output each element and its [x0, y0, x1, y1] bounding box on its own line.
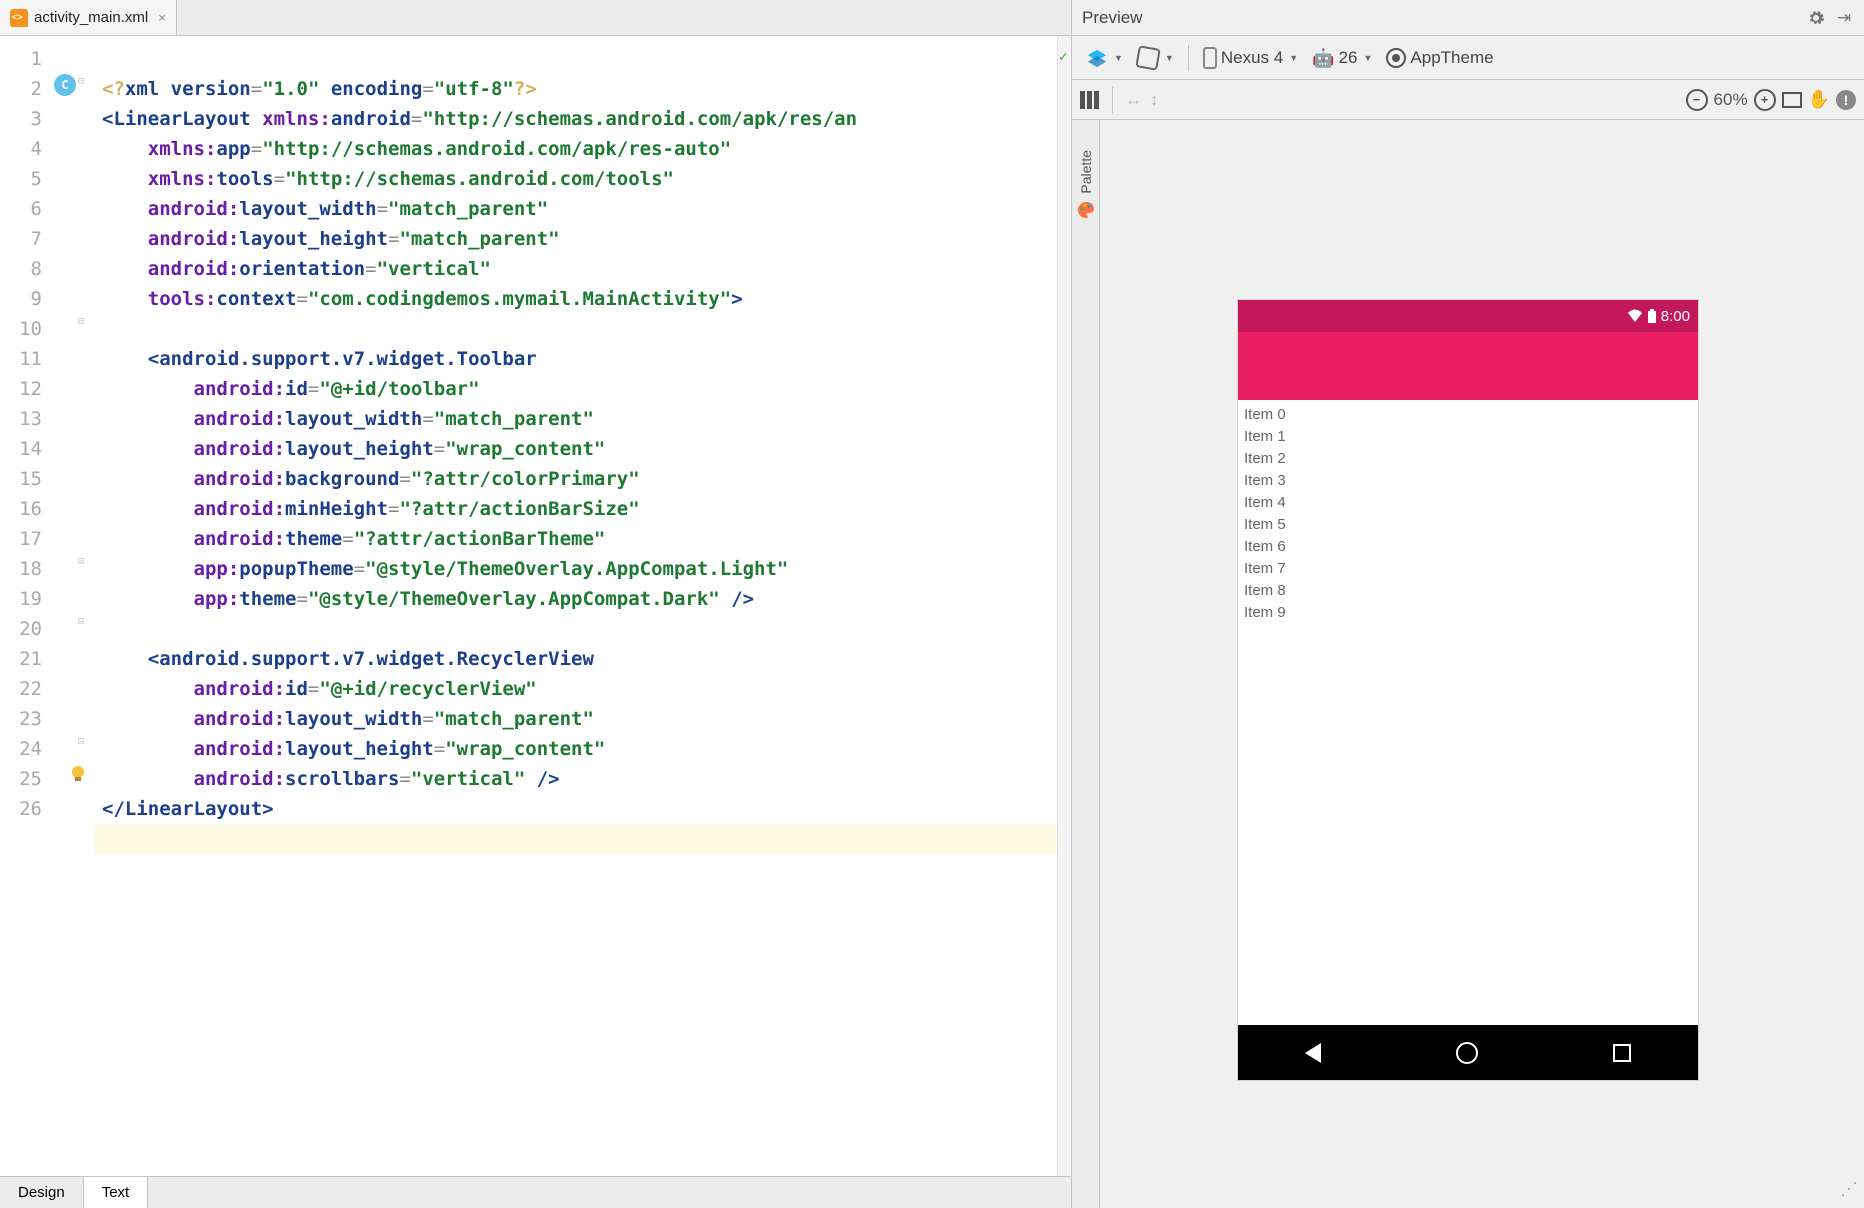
api-label: 26 [1339, 48, 1358, 68]
pan-vertical-icon[interactable]: ↕ [1150, 90, 1159, 110]
list-item: Item 3 [1244, 470, 1692, 492]
preview-title: Preview [1082, 8, 1798, 28]
nav-back-icon[interactable] [1305, 1043, 1321, 1063]
editor-pane: activity_main.xml × 123 456 789 101112 1… [0, 0, 1072, 1208]
preview-pane: Preview ⇥ ▼ ▼ Nexus 4 ▼ 🤖 26 ▼ AppTheme [1072, 0, 1864, 1208]
chevron-down-icon: ▼ [1363, 53, 1372, 63]
fold-icon[interactable]: ⊡ [78, 556, 90, 568]
android-toolbar [1238, 332, 1698, 400]
device-label: Nexus 4 [1221, 48, 1283, 68]
file-tab-bar: activity_main.xml × [0, 0, 1071, 36]
zoom-in-button[interactable]: + [1754, 89, 1776, 111]
preview-canvas[interactable]: Palette 8:00 Item 0 Item 1 Item 2 Item 3… [1072, 120, 1864, 1208]
list-item: Item 0 [1244, 404, 1692, 426]
preview-header: Preview ⇥ [1072, 0, 1864, 36]
fold-icon[interactable]: ⊟ [78, 616, 90, 628]
recyclerview-preview: Item 0 Item 1 Item 2 Item 3 Item 4 Item … [1238, 400, 1698, 628]
fold-icon[interactable]: ⊡ [78, 736, 90, 748]
list-item: Item 2 [1244, 448, 1692, 470]
fold-icon[interactable]: ⊟ [78, 76, 90, 88]
battery-icon [1647, 309, 1657, 323]
layers-icon [1086, 47, 1108, 69]
check-icon: ✓ [1059, 42, 1067, 72]
surface-selector[interactable]: ▼ [1082, 45, 1127, 71]
list-item: Item 6 [1244, 536, 1692, 558]
device-selector[interactable]: Nexus 4 ▼ [1199, 45, 1302, 71]
theme-label: AppTheme [1410, 48, 1493, 68]
list-item: Item 5 [1244, 514, 1692, 536]
pan-horizontal-icon[interactable]: ↔ [1125, 90, 1142, 110]
palette-label: Palette [1078, 150, 1094, 194]
class-marker-icon[interactable]: C [54, 74, 76, 96]
android-icon: 🤖 [1312, 49, 1334, 67]
gutter-icons: C ⊟ ⊟ ⊡ ⊟ ⊡ ⊡ [50, 36, 94, 1176]
gear-icon[interactable] [1806, 8, 1826, 28]
viewport-mode-icon[interactable] [1080, 91, 1100, 109]
xml-file-icon [10, 9, 28, 27]
error-stripe[interactable]: ✓ [1057, 36, 1071, 1176]
list-item: Item 4 [1244, 492, 1692, 514]
theme-icon [1386, 48, 1406, 68]
tab-design[interactable]: Design [0, 1177, 84, 1208]
zoom-fit-icon[interactable] [1782, 92, 1802, 108]
line-number-gutter: 123 456 789 101112 131415 161718 192021 … [0, 36, 50, 1176]
chevron-down-icon: ▼ [1114, 53, 1123, 63]
preview-toolbar: ▼ ▼ Nexus 4 ▼ 🤖 26 ▼ AppTheme [1072, 36, 1864, 80]
resize-grip-icon[interactable]: ⋰ [1840, 1184, 1860, 1204]
tab-text[interactable]: Text [84, 1177, 149, 1208]
chevron-down-icon: ▼ [1289, 53, 1298, 63]
list-item: Item 8 [1244, 580, 1692, 602]
warnings-icon[interactable]: ! [1836, 90, 1856, 110]
dock-icon[interactable]: ⇥ [1834, 8, 1854, 28]
list-item: Item 1 [1244, 426, 1692, 448]
chevron-down-icon: ▼ [1165, 53, 1174, 63]
code-text[interactable]: <?xml version="1.0" encoding="utf-8"?> <… [94, 36, 1071, 1176]
phone-icon [1203, 47, 1217, 69]
file-tab-label: activity_main.xml [34, 9, 148, 26]
status-time: 8:00 [1661, 308, 1690, 325]
api-selector[interactable]: 🤖 26 ▼ [1308, 46, 1376, 70]
fold-icon[interactable]: ⊟ [78, 316, 90, 328]
rotate-icon [1135, 45, 1160, 70]
device-frame: 8:00 Item 0 Item 1 Item 2 Item 3 Item 4 … [1238, 300, 1698, 1080]
android-nav-bar [1238, 1025, 1698, 1080]
palette-rail[interactable]: Palette [1072, 120, 1100, 1208]
list-item: Item 7 [1244, 558, 1692, 580]
palette-icon [1076, 200, 1096, 220]
editor-bottom-tabs: Design Text [0, 1176, 1071, 1208]
pan-hand-icon[interactable]: ✋ [1808, 89, 1830, 110]
nav-home-icon[interactable] [1456, 1042, 1478, 1064]
theme-selector[interactable]: AppTheme [1382, 46, 1497, 70]
close-icon[interactable]: × [158, 10, 166, 25]
zoom-out-button[interactable]: − [1686, 89, 1708, 111]
wifi-icon [1627, 309, 1643, 323]
nav-recent-icon[interactable] [1613, 1044, 1631, 1062]
lightbulb-icon[interactable] [68, 764, 88, 784]
code-editor[interactable]: 123 456 789 101112 131415 161718 192021 … [0, 36, 1071, 1176]
list-item: Item 9 [1244, 602, 1692, 624]
orientation-selector[interactable]: ▼ [1133, 45, 1178, 71]
zoom-label: 60% [1714, 90, 1748, 110]
zoom-toolbar: ↔ ↕ − 60% + ✋ ! [1072, 80, 1864, 120]
android-status-bar: 8:00 [1238, 300, 1698, 332]
file-tab-activity-main[interactable]: activity_main.xml × [0, 0, 177, 35]
